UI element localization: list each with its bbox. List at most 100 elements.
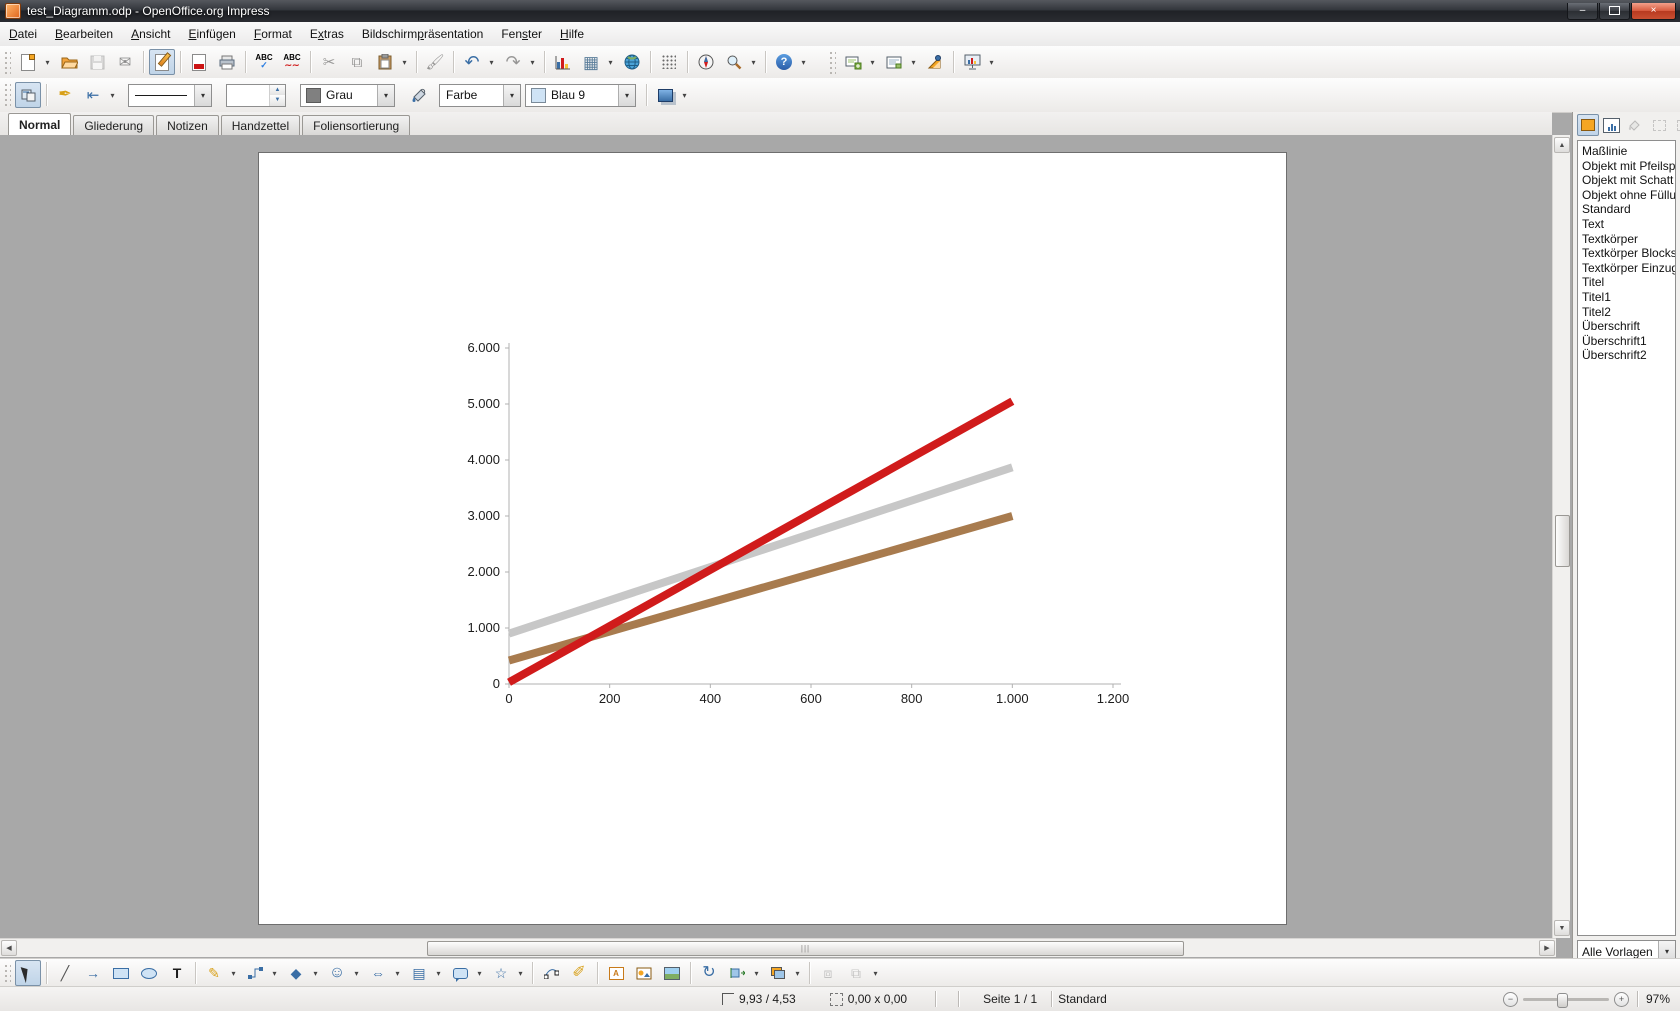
view-tab[interactable]: Gliederung — [73, 115, 154, 135]
arrow-style-dropdown[interactable]: ▾ — [107, 83, 118, 107]
close-button[interactable]: × — [1631, 3, 1676, 20]
style-list-item[interactable]: Titel — [1582, 275, 1675, 290]
ellipse-tool-button[interactable] — [136, 960, 162, 986]
display-grid-button[interactable] — [656, 49, 682, 75]
slide-layout-button[interactable] — [881, 49, 907, 75]
toolbar-grip[interactable] — [3, 49, 11, 75]
stepper-arrows[interactable]: ▲▼ — [269, 85, 285, 106]
toolbar-grip[interactable] — [3, 962, 11, 984]
symbol-shapes-button[interactable]: ☺ — [324, 960, 350, 986]
open-button[interactable] — [56, 49, 82, 75]
alignment-dropdown[interactable]: ▾ — [751, 961, 762, 985]
style-list-item[interactable]: Textkörper Blocks — [1582, 246, 1675, 261]
style-list-item[interactable]: Titel2 — [1582, 305, 1675, 320]
basic-shapes-dropdown[interactable]: ▾ — [310, 961, 321, 985]
view-tab[interactable]: Normal — [8, 113, 71, 135]
rectangle-tool-button[interactable] — [108, 960, 134, 986]
style-list-item[interactable]: Text — [1582, 217, 1675, 232]
menu-item[interactable]: Bearbeiten — [47, 24, 121, 44]
email-button[interactable]: ✉ — [112, 49, 138, 75]
line-fill-overflow[interactable]: ▾ — [679, 83, 690, 107]
view-tab[interactable]: Handzettel — [221, 115, 300, 135]
slide-layout-dropdown[interactable]: ▾ — [908, 50, 919, 74]
stars-dropdown[interactable]: ▾ — [515, 961, 526, 985]
styles-toggle-button[interactable] — [15, 82, 41, 108]
spellcheck-button[interactable]: ABC✓ — [251, 49, 277, 75]
select-button[interactable] — [15, 960, 41, 986]
new-slide-dropdown[interactable]: ▾ — [867, 50, 878, 74]
menu-item[interactable]: Hilfe — [552, 24, 592, 44]
alignment-button[interactable] — [724, 960, 750, 986]
style-list-item[interactable]: Standard — [1582, 202, 1675, 217]
export-pdf-button[interactable] — [186, 49, 212, 75]
graphics-styles-button[interactable] — [1577, 114, 1599, 136]
menu-item[interactable]: Bildschirmpräsentation — [354, 24, 491, 44]
toolbar-overflow[interactable]: ▾ — [798, 50, 809, 74]
horizontal-scroll-thumb[interactable]: ||| — [427, 941, 1184, 956]
curve-dropdown[interactable]: ▾ — [228, 961, 239, 985]
hyperlink-button[interactable] — [619, 49, 645, 75]
new-slide-button[interactable] — [840, 49, 866, 75]
style-list-item[interactable]: Textkörper Einzug — [1582, 261, 1675, 276]
block-arrows-dropdown[interactable]: ▾ — [392, 961, 403, 985]
fill-format-mode-button[interactable] — [1625, 114, 1647, 136]
scroll-right-button[interactable]: ▶ — [1539, 940, 1555, 956]
arrow-tool-button[interactable]: → — [80, 960, 106, 986]
flowchart-dropdown[interactable]: ▾ — [433, 961, 444, 985]
scroll-left-button[interactable]: ◀ — [1, 940, 17, 956]
arrow-style-button[interactable]: ⇤ — [80, 82, 106, 108]
minimize-button[interactable]: – — [1567, 3, 1598, 20]
maximize-button[interactable] — [1599, 3, 1630, 20]
slide[interactable]: 02004006008001.0001.20001.0002.0003.0004… — [258, 152, 1287, 925]
connector-tool-button[interactable] — [242, 960, 268, 986]
line-dialog-button[interactable]: ✒ — [52, 82, 78, 108]
menu-item[interactable]: Ansicht — [123, 24, 178, 44]
style-list-item[interactable]: Objekt ohne Füllu — [1582, 188, 1675, 203]
menu-item[interactable]: Format — [246, 24, 300, 44]
paste-button[interactable] — [372, 49, 398, 75]
line-width-stepper[interactable]: ▲▼ — [226, 84, 286, 107]
redo-dropdown[interactable]: ▾ — [527, 50, 538, 74]
view-tab[interactable]: Foliensortierung — [302, 115, 410, 135]
block-arrows-button[interactable]: ⇔ — [365, 960, 391, 986]
area-dialog-button[interactable] — [406, 82, 432, 108]
autospellcheck-button[interactable]: ABC∼∼ — [279, 49, 305, 75]
shadow-button[interactable] — [652, 82, 678, 108]
fontwork-button[interactable]: ✐ — [566, 960, 592, 986]
print-button[interactable] — [214, 49, 240, 75]
menu-item[interactable]: Extras — [302, 24, 352, 44]
group-button[interactable]: ⧈ — [815, 960, 841, 986]
zoom-in-button[interactable]: + — [1614, 992, 1629, 1007]
menu-item[interactable]: Einfügen — [180, 24, 243, 44]
connector-dropdown[interactable]: ▾ — [269, 961, 280, 985]
stars-button[interactable]: ☆ — [488, 960, 514, 986]
scroll-down-button[interactable]: ▼ — [1554, 920, 1570, 936]
undo-dropdown[interactable]: ▾ — [486, 50, 497, 74]
line-color-select[interactable]: Grau ▾ — [300, 84, 395, 107]
style-list-item[interactable]: Überschrift1 — [1582, 334, 1675, 349]
drawbar-overflow[interactable]: ▾ — [870, 961, 881, 985]
presentation-styles-button[interactable] — [1601, 114, 1623, 136]
style-list-item[interactable]: Überschrift — [1582, 319, 1675, 334]
new-document-dropdown[interactable]: ▾ — [42, 50, 53, 74]
chart-object[interactable]: 02004006008001.0001.20001.0002.0003.0004… — [259, 153, 1286, 924]
callouts-dropdown[interactable]: ▾ — [474, 961, 485, 985]
styles-filter-select[interactable]: Alle Vorlagen ▾ — [1577, 940, 1676, 958]
horizontal-scrollbar[interactable]: ◀ ||| ▶ — [0, 938, 1556, 957]
line-tool-button[interactable]: ╱ — [52, 960, 78, 986]
text-frame-button[interactable]: A — [603, 960, 629, 986]
ungroup-button[interactable]: ⧉ — [843, 960, 869, 986]
rotate-button[interactable]: ↻ — [696, 960, 722, 986]
vertical-scrollbar[interactable]: ▲ ▼ — [1552, 135, 1570, 938]
navigator-button[interactable] — [693, 49, 719, 75]
update-style-button[interactable] — [1672, 114, 1680, 136]
toolbar-grip[interactable] — [3, 81, 11, 108]
edit-points-button[interactable] — [538, 960, 564, 986]
line-style-select[interactable]: ▾ — [128, 84, 212, 107]
paste-dropdown[interactable]: ▾ — [399, 50, 410, 74]
format-paintbrush-button[interactable]: 🖌 — [422, 49, 448, 75]
flowchart-button[interactable]: ▤ — [406, 960, 432, 986]
symbol-shapes-dropdown[interactable]: ▾ — [351, 961, 362, 985]
view-tab[interactable]: Notizen — [156, 115, 219, 135]
curve-tool-button[interactable]: ✎ — [201, 960, 227, 986]
